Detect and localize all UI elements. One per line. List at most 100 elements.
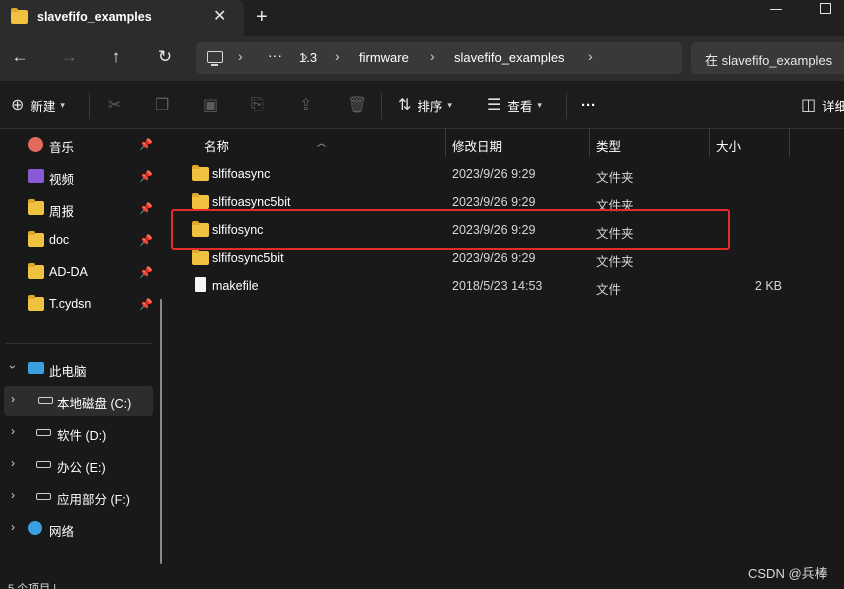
chevron-right-icon[interactable]: › xyxy=(11,424,15,438)
file-date: 2023/9/26 9:29 xyxy=(452,251,536,265)
folder-icon xyxy=(192,249,209,265)
details-pane-icon: ◫ xyxy=(801,97,817,114)
folder-icon xyxy=(192,165,209,181)
copy-icon: ❐ xyxy=(155,97,170,114)
chevron-right-icon[interactable]: › xyxy=(11,520,15,534)
breadcrumb-slavefifo-examples[interactable]: slavefifo_examples xyxy=(454,50,565,65)
sidebar-item-label: 应用部分 (F:) xyxy=(57,493,130,507)
pin-icon[interactable]: 📌 xyxy=(139,170,153,183)
sort-button[interactable]: ⇅ 排序 ▾ xyxy=(398,94,452,116)
copy-button[interactable]: ❐ xyxy=(155,94,175,116)
new-label: 新建 xyxy=(30,99,56,114)
file-date: 2018/5/23 14:53 xyxy=(452,279,543,293)
breadcrumb-firmware[interactable]: firmware xyxy=(359,50,409,65)
chevron-down-icon: ▾ xyxy=(60,99,65,110)
delete-button[interactable]: 🗑 xyxy=(347,94,373,116)
breadcrumb-1-3[interactable]: 1.3 xyxy=(299,50,317,65)
video-icon xyxy=(28,169,44,183)
sidebar-item-drive-c[interactable]: › 本地磁盘 (C:) xyxy=(4,386,153,416)
sidebar-item-video[interactable]: 视频 📌 xyxy=(0,162,153,192)
file-row-slfifosync[interactable]: slfifosync 2023/9/26 9:29 文件夹 xyxy=(174,216,844,244)
file-list: 名称 ︿ 修改日期 类型 大小 slfifoasync 2023/9/26 9:… xyxy=(174,129,844,589)
file-type: 文件夹 xyxy=(596,171,634,185)
sidebar-item-doc[interactable]: doc 📌 xyxy=(0,226,153,256)
new-button[interactable]: ⊕ 新建 ▾ xyxy=(11,94,65,116)
chevron-right-icon[interactable]: › xyxy=(11,392,15,406)
forward-button[interactable]: → xyxy=(58,46,80,68)
sidebar-item-label: 本地磁盘 (C:) xyxy=(57,397,132,411)
sidebar-scrollbar[interactable] xyxy=(160,299,162,564)
sidebar-item-music[interactable]: 音乐 📌 xyxy=(0,130,153,160)
file-size: 2 KB xyxy=(754,279,782,293)
chevron-right-icon[interactable]: › xyxy=(11,456,15,470)
view-list-icon: ☰ xyxy=(487,97,502,114)
column-header-date[interactable]: 修改日期 xyxy=(446,129,589,157)
sort-icon: ⇅ xyxy=(398,97,412,114)
tab-title: slavefifo_examples xyxy=(37,10,152,24)
paste-button[interactable]: ▣ xyxy=(203,94,224,116)
sidebar-item-label: AD-DA xyxy=(49,265,88,279)
title-bar: slavefifo_examples ✕ + xyxy=(0,0,844,36)
sidebar-item-network[interactable]: › 网络 xyxy=(0,514,153,544)
sidebar-item-drive-e[interactable]: › 办公 (E:) xyxy=(0,450,153,480)
view-label: 查看 xyxy=(507,99,533,114)
toolbar-divider xyxy=(89,93,90,119)
file-row-slfifoasync5bit[interactable]: slfifoasync5bit 2023/9/26 9:29 文件夹 xyxy=(174,188,844,216)
sidebar-item-ad-da[interactable]: AD-DA 📌 xyxy=(0,258,153,288)
pin-icon[interactable]: 📌 xyxy=(139,234,153,247)
file-name: slfifoasync5bit xyxy=(212,195,291,209)
sidebar-item-weekly-report[interactable]: 周报 📌 xyxy=(0,194,153,224)
minimize-button[interactable] xyxy=(770,9,782,10)
sidebar-item-label: 网络 xyxy=(49,525,75,539)
folder-icon xyxy=(28,231,44,247)
up-button[interactable]: ↑ xyxy=(105,46,127,68)
folder-icon xyxy=(28,263,44,279)
breadcrumb-overflow[interactable]: ··· xyxy=(268,47,282,63)
pin-icon[interactable]: 📌 xyxy=(139,138,153,151)
share-button[interactable]: ⇪ xyxy=(299,94,318,116)
column-header-name[interactable]: 名称 ︿ xyxy=(174,129,444,157)
pin-icon[interactable]: 📌 xyxy=(139,298,153,311)
sort-label: 排序 xyxy=(417,99,443,114)
drive-icon xyxy=(38,397,53,404)
refresh-button[interactable]: ↻ xyxy=(154,46,176,68)
pin-icon[interactable]: 📌 xyxy=(139,266,153,279)
chevron-right-icon[interactable]: › xyxy=(11,488,15,502)
column-header-size[interactable]: 大小 xyxy=(710,129,790,157)
cut-button[interactable]: ✂ xyxy=(108,94,127,116)
sidebar-item-t-cydsn[interactable]: T.cydsn 📌 xyxy=(0,290,153,320)
file-icon xyxy=(195,277,206,292)
address-bar[interactable]: › ··· › 1.3 › firmware › slavefifo_examp… xyxy=(196,42,682,74)
rename-button[interactable]: ⎘ xyxy=(251,94,270,116)
sidebar-item-label: 音乐 xyxy=(49,141,75,155)
column-header-label: 类型 xyxy=(596,140,622,154)
file-row-slfifosync5bit[interactable]: slfifosync5bit 2023/9/26 9:29 文件夹 xyxy=(174,244,844,272)
sort-up-icon: ︿ xyxy=(317,138,327,148)
column-header-label: 名称 xyxy=(204,140,230,154)
toolbar-divider xyxy=(566,93,567,119)
file-date: 2023/9/26 9:29 xyxy=(452,223,536,237)
chevron-right-icon[interactable]: › xyxy=(588,48,593,64)
computer-icon xyxy=(28,362,44,374)
view-button[interactable]: ☰ 查看 ▾ xyxy=(487,94,542,116)
close-tab-icon[interactable]: ✕ xyxy=(213,9,226,25)
file-name: slfifoasync xyxy=(212,167,271,181)
search-input[interactable]: 在 slavefifo_examples xyxy=(691,42,844,74)
maximize-button[interactable] xyxy=(820,3,831,14)
sidebar-item-drive-d[interactable]: › 软件 (D:) xyxy=(0,418,153,448)
sidebar-item-drive-f[interactable]: › 应用部分 (F:) xyxy=(0,482,153,512)
more-options-button[interactable]: ··· xyxy=(581,94,596,116)
column-header-label: 大小 xyxy=(716,140,742,154)
details-pane-button[interactable]: ◫ 详细 xyxy=(801,94,844,116)
new-tab-button[interactable]: + xyxy=(256,7,268,27)
back-button[interactable]: ← xyxy=(9,46,31,68)
chevron-down-icon[interactable]: › xyxy=(6,365,20,369)
pin-icon[interactable]: 📌 xyxy=(139,202,153,215)
tab-slavefifo-examples[interactable]: slavefifo_examples ✕ xyxy=(0,0,244,36)
file-row-slfifoasync[interactable]: slfifoasync 2023/9/26 9:29 文件夹 xyxy=(174,160,844,188)
column-header-type[interactable]: 类型 xyxy=(590,129,708,157)
sidebar-item-this-pc[interactable]: › 此电脑 xyxy=(0,354,153,384)
file-row-makefile[interactable]: makefile 2018/5/23 14:53 文件 2 KB xyxy=(174,272,844,300)
column-divider[interactable] xyxy=(789,129,790,157)
chevron-right-icon: › xyxy=(238,48,243,64)
